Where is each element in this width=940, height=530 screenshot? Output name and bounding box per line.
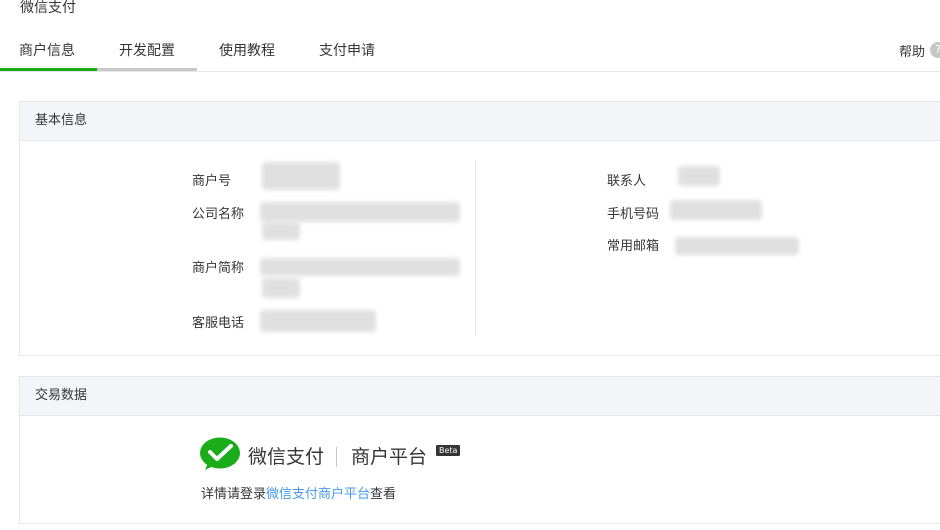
- basic-info-panel: 基本信息 商户号 公司名称 商户简称 客服电话 联系人 手机号码 常用邮箱: [19, 101, 940, 356]
- tab-payment-apply[interactable]: 支付申请: [319, 40, 375, 60]
- email-value: [675, 237, 799, 255]
- service-phone-label: 客服电话: [192, 316, 245, 331]
- email-label: 常用邮箱: [607, 239, 660, 254]
- merchant-platform-logo: 微信支付 商户平台 Beta: [200, 437, 500, 477]
- merchant-id-label: 商户号: [192, 174, 232, 189]
- trade-data-header: 交易数据: [20, 377, 940, 416]
- help-link[interactable]: 帮助: [899, 41, 925, 60]
- tab-hover-indicator: [97, 68, 197, 71]
- merchant-short-name-value: [260, 258, 460, 276]
- platform-notice: 详情请登录微信支付商户平台查看: [201, 483, 396, 502]
- notice-prefix: 详情请登录: [201, 487, 267, 502]
- app-title: 微信支付: [20, 0, 76, 16]
- logo-brand-text: 微信支付: [248, 446, 325, 468]
- merchant-platform-link[interactable]: 微信支付商户平台: [266, 487, 370, 502]
- tab-active-indicator: [0, 68, 97, 71]
- notice-suffix: 查看: [370, 487, 397, 502]
- basic-info-header: 基本信息: [20, 102, 940, 141]
- trade-data-panel: 交易数据 微信支付 商户平台 Beta 详情请登录微信支付商户平台查看: [19, 376, 940, 524]
- mobile-value: [670, 200, 762, 220]
- merchant-short-name-value-line2: [262, 278, 300, 298]
- wechat-pay-logo-icon: [200, 437, 240, 470]
- company-name-value-line2: [262, 222, 300, 240]
- question-icon[interactable]: ?: [930, 42, 940, 58]
- logo-product-text: 商户平台: [351, 446, 428, 468]
- beta-badge: Beta: [436, 445, 461, 456]
- merchant-short-name-label: 商户简称: [192, 261, 245, 276]
- service-phone-value: [260, 310, 376, 332]
- tab-tutorial[interactable]: 使用教程: [219, 40, 275, 60]
- merchant-id-value: [262, 162, 340, 190]
- mobile-label: 手机号码: [607, 207, 660, 222]
- company-name-value: [260, 202, 460, 222]
- company-name-label: 公司名称: [192, 207, 245, 222]
- tab-bar: 商户信息 开发配置 使用教程 支付申请: [0, 35, 940, 72]
- column-divider: [475, 160, 476, 336]
- logo-separator: [336, 447, 337, 467]
- tab-merchant-info[interactable]: 商户信息: [19, 40, 75, 60]
- tab-dev-config[interactable]: 开发配置: [119, 40, 175, 60]
- contact-label: 联系人: [607, 174, 647, 189]
- contact-value: [678, 166, 720, 186]
